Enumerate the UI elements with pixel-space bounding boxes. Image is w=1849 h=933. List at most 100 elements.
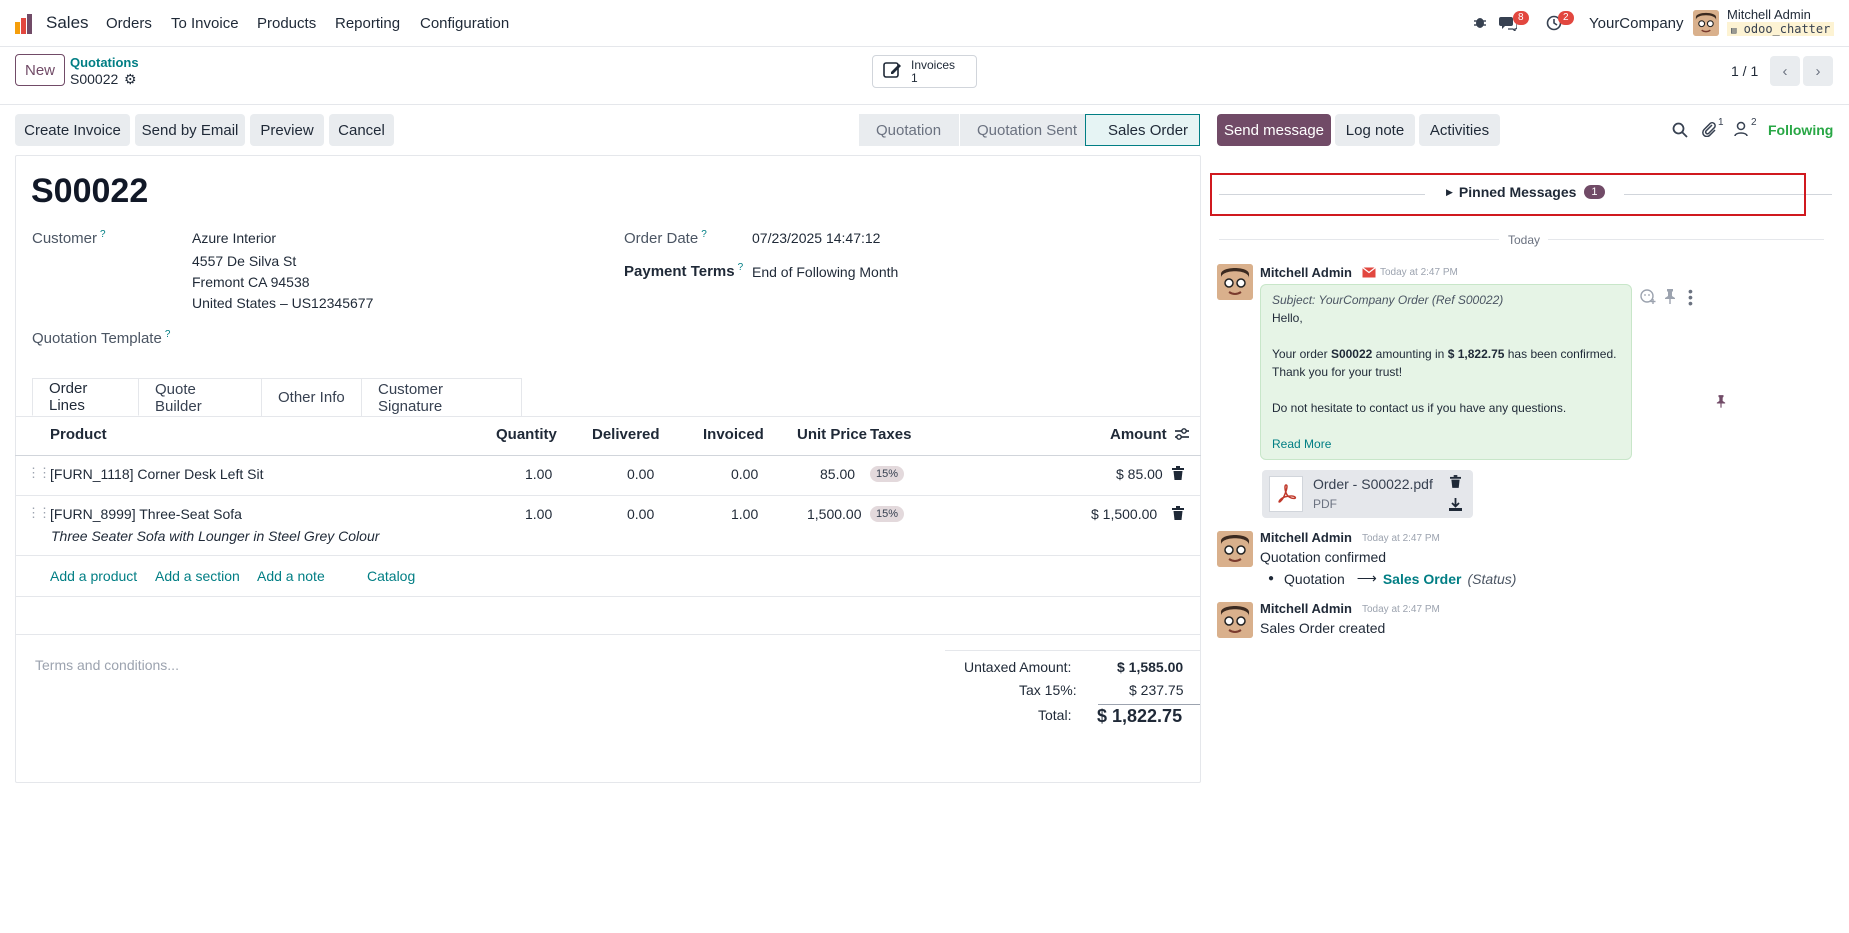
add-section-link[interactable]: Add a section <box>155 568 240 584</box>
customer-help-icon[interactable]: ? <box>100 229 106 240</box>
create-invoice-button[interactable]: Create Invoice <box>15 114 130 146</box>
pin-message-icon[interactable] <box>1664 288 1676 307</box>
stage-quotation-sent[interactable]: Quotation Sent <box>959 114 1085 146</box>
column-invoiced[interactable]: Invoiced <box>703 426 764 443</box>
row2-quantity[interactable]: 1.00 <box>525 506 552 522</box>
stage-sales-order[interactable]: Sales Order <box>1085 114 1200 146</box>
stage-quotation[interactable]: Quotation <box>859 114 959 146</box>
menu-to-invoice[interactable]: To Invoice <box>171 15 239 32</box>
drag-handle-icon[interactable]: ⋮⋮ <box>27 465 51 481</box>
app-name[interactable]: Sales <box>46 13 89 33</box>
add-note-link[interactable]: Add a note <box>257 568 325 584</box>
add-product-link[interactable]: Add a product <box>50 568 137 584</box>
following-button[interactable]: Following <box>1768 122 1833 138</box>
row1-product[interactable]: [FURN_1118] Corner Desk Left Sit <box>50 466 263 482</box>
send-by-email-button[interactable]: Send by Email <box>135 114 245 146</box>
message-body-prefix: Your order <box>1272 347 1331 361</box>
column-amount[interactable]: Amount <box>1110 426 1167 443</box>
log-note-button[interactable]: Log note <box>1335 114 1415 146</box>
terms-and-conditions-field[interactable]: Terms and conditions... <box>35 657 179 673</box>
column-unit-price[interactable]: Unit Price <box>797 426 867 443</box>
menu-configuration[interactable]: Configuration <box>420 15 509 32</box>
attachment-card[interactable]: Order - S00022.pdf PDF <box>1262 470 1473 518</box>
search-messages-icon[interactable] <box>1672 122 1688 141</box>
row2-delivered[interactable]: 0.00 <box>627 506 654 522</box>
quotation-template-field[interactable] <box>192 326 592 350</box>
message-author-avatar[interactable] <box>1217 602 1253 638</box>
table-row[interactable] <box>15 496 1201 555</box>
stage-quotation-label: Quotation <box>876 121 942 139</box>
order-date-label: Order Date? <box>624 229 707 247</box>
row1-delivered[interactable]: 0.00 <box>627 466 654 482</box>
invoices-smart-button[interactable]: Invoices 1 <box>872 55 977 88</box>
message-author[interactable]: Mitchell Admin <box>1260 530 1352 545</box>
message-author[interactable]: Mitchell Admin <box>1260 601 1352 616</box>
tab-quote-builder[interactable]: Quote Builder <box>139 378 262 416</box>
menu-orders[interactable]: Orders <box>106 15 152 32</box>
order-date-value[interactable]: 07/23/2025 14:47:12 <box>752 230 880 246</box>
tab-order-lines[interactable]: Order Lines <box>32 378 139 416</box>
database-name-badge: ▤ odoo_chatter <box>1727 22 1835 36</box>
tab-customer-signature[interactable]: Customer Signature <box>362 378 522 416</box>
column-delivered[interactable]: Delivered <box>592 426 660 443</box>
optional-columns-icon[interactable] <box>1174 426 1190 445</box>
attachment-name[interactable]: Order - S00022.pdf <box>1313 476 1433 492</box>
payment-terms-help-icon[interactable]: ? <box>738 262 744 273</box>
user-name[interactable]: Mitchell Admin <box>1727 7 1811 22</box>
column-quantity[interactable]: Quantity <box>496 426 557 443</box>
breadcrumb-quotations[interactable]: Quotations <box>70 55 139 70</box>
attachments-paperclip-icon[interactable] <box>1701 121 1717 140</box>
row2-delete-icon[interactable] <box>1172 506 1184 523</box>
attachment-delete-icon[interactable] <box>1450 475 1461 491</box>
message-more-options-icon[interactable]: • • • <box>1688 284 1693 310</box>
column-taxes[interactable]: Taxes <box>870 426 911 443</box>
row2-product[interactable]: [FURN_8999] Three-Seat Sofa <box>50 506 242 522</box>
add-reaction-icon[interactable] <box>1640 288 1656 307</box>
row1-unit-price[interactable]: 85.00 <box>820 466 855 482</box>
control-panel: New Quotations S00022 ⚙ Invoices 1 1 / 1… <box>0 47 1849 105</box>
row1-quantity[interactable]: 1.00 <box>525 466 552 482</box>
preview-button[interactable]: Preview <box>250 114 324 146</box>
read-more-link[interactable]: Read More <box>1272 435 1620 453</box>
row2-unit-price[interactable]: 1,500.00 <box>807 506 862 522</box>
bullet: ● <box>1268 573 1275 584</box>
menu-products[interactable]: Products <box>257 15 316 32</box>
tab-other-info[interactable]: Other Info <box>262 378 362 416</box>
message-body-mid: amounting in <box>1372 347 1448 361</box>
message-body-order: S00022 <box>1330 347 1373 361</box>
order-date-label-text: Order Date <box>624 230 699 247</box>
pager-previous-button[interactable]: ‹ <box>1770 56 1800 86</box>
attachment-download-icon[interactable] <box>1449 498 1462 514</box>
row2-description[interactable]: Three Seater Sofa with Lounger in Steel … <box>51 528 379 544</box>
payment-terms-value[interactable]: End of Following Month <box>752 264 898 280</box>
menu-reporting[interactable]: Reporting <box>335 15 400 32</box>
send-message-button[interactable]: Send message <box>1217 114 1331 146</box>
activities-button[interactable]: Activities <box>1419 114 1500 146</box>
customer-name-link[interactable]: Azure Interior <box>192 230 276 246</box>
pager-next-button[interactable]: › <box>1803 56 1833 86</box>
template-help-icon[interactable]: ? <box>165 329 171 340</box>
column-product[interactable]: Product <box>50 426 107 443</box>
catalog-link[interactable]: Catalog <box>367 568 415 584</box>
customer-label: Customer? <box>32 229 106 247</box>
drag-handle-icon[interactable]: ⋮⋮ <box>27 505 51 521</box>
cancel-button[interactable]: Cancel <box>329 114 394 146</box>
user-avatar[interactable] <box>1693 10 1719 36</box>
pager-value[interactable]: 1 / 1 <box>1731 63 1758 79</box>
company-switcher[interactable]: YourCompany <box>1589 15 1684 32</box>
row2-tax-badge[interactable]: 15% <box>870 506 905 522</box>
followers-count: 2 <box>1751 117 1757 128</box>
message-author[interactable]: Mitchell Admin <box>1260 265 1352 280</box>
followers-icon[interactable] <box>1734 121 1748 140</box>
row-divider <box>15 555 1201 556</box>
record-gear-icon[interactable]: ⚙ <box>124 71 137 88</box>
row1-tax-badge[interactable]: 15% <box>870 466 905 482</box>
customer-address-line3: United States – US12345677 <box>192 295 374 311</box>
row1-delete-icon[interactable] <box>1172 466 1184 483</box>
message-author-avatar[interactable] <box>1217 264 1253 300</box>
app-logo-icon[interactable] <box>14 13 36 35</box>
message-author-avatar[interactable] <box>1217 531 1253 567</box>
new-button[interactable]: New <box>15 54 65 86</box>
debug-bug-icon[interactable] <box>1473 15 1487 32</box>
order-date-help-icon[interactable]: ? <box>701 229 707 240</box>
